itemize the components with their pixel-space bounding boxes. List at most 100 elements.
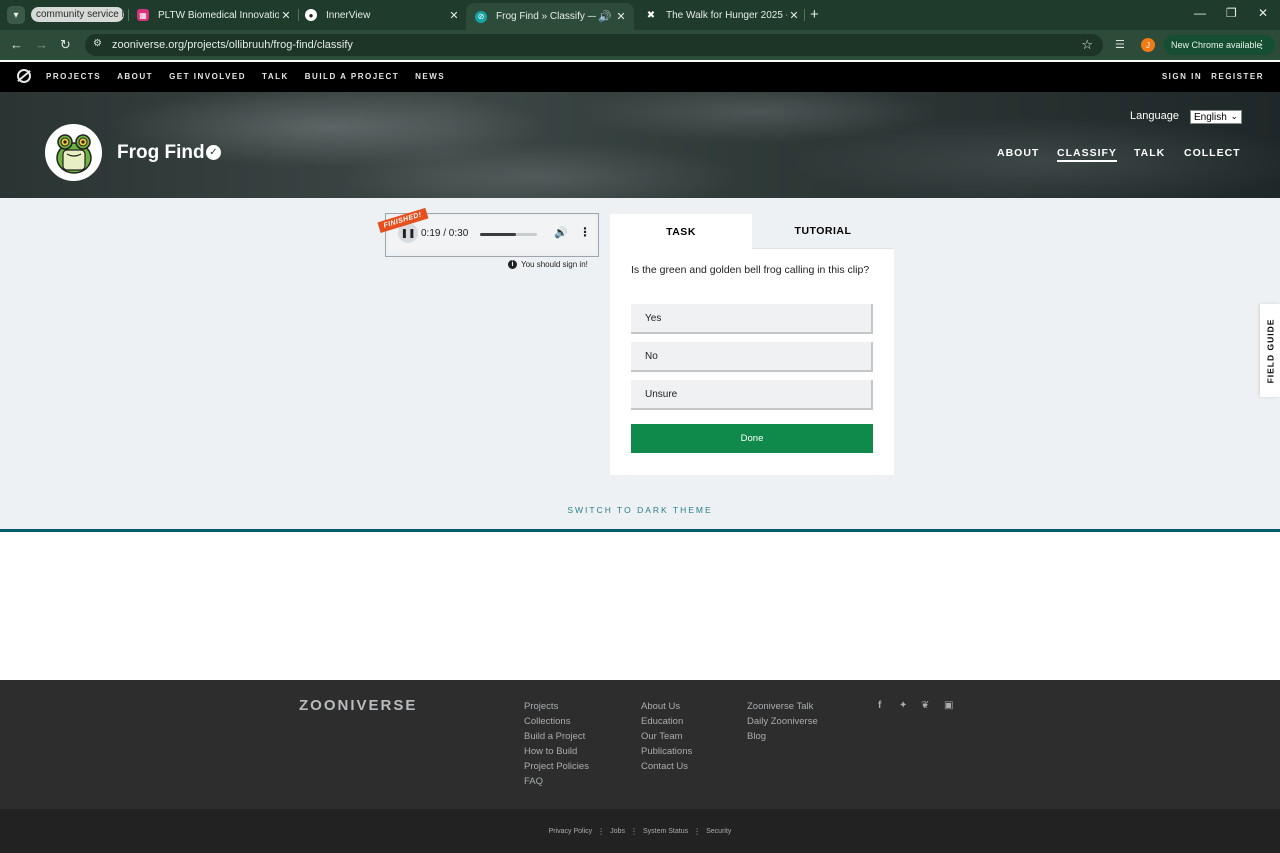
project-nav-classify[interactable]: CLASSIFY [1057, 147, 1117, 162]
forward-arrow-icon[interactable]: → [35, 37, 48, 52]
close-tab-icon[interactable]: ✕ [447, 9, 461, 22]
footer-link[interactable]: Projects [524, 701, 589, 713]
tab-separator [128, 9, 129, 21]
language-label: Language [1130, 110, 1179, 122]
project-nav-talk[interactable]: TALK [1134, 147, 1165, 159]
minimize-icon[interactable]: — [1194, 6, 1206, 20]
done-button[interactable]: Done [631, 424, 873, 453]
footer-link[interactable]: Contact Us [641, 761, 692, 773]
site-settings-icon[interactable]: ⚙ [93, 38, 102, 49]
reload-icon[interactable]: ↻ [60, 37, 71, 53]
language-value: English [1194, 111, 1227, 123]
security-link[interactable]: Security [706, 828, 731, 835]
audio-progress-bar[interactable] [480, 233, 537, 236]
browser-tab-walk-for-hunger[interactable]: ✖ The Walk for Hunger 2025 - Ca ✕ [645, 4, 801, 26]
nav-get-involved[interactable]: GET INVOLVED [169, 72, 246, 81]
answer-no-button[interactable]: No [631, 342, 873, 372]
new-chrome-available-button[interactable]: New Chrome available ⋮ [1164, 35, 1275, 55]
footer-link[interactable]: Publications [641, 746, 692, 758]
nav-about[interactable]: ABOUT [117, 72, 153, 81]
nav-news[interactable]: NEWS [415, 72, 445, 81]
tab-group-chip[interactable]: community service ho [31, 7, 124, 22]
new-tab-plus-icon[interactable]: + [810, 6, 819, 23]
nav-talk[interactable]: TALK [262, 72, 289, 81]
footer-link[interactable]: How to Build [524, 746, 589, 758]
footer-link[interactable]: FAQ [524, 776, 589, 788]
back-arrow-icon[interactable]: ← [10, 37, 23, 52]
instagram-icon[interactable]: ▣ [944, 700, 953, 711]
browser-toolbar: ← → ↻ ⚙ zooniverse.org/projects/ollibruu… [0, 30, 1280, 60]
footer-col-about: About Us Education Our Team Publications… [641, 701, 692, 773]
media-controls-icon[interactable]: ☰ [1115, 38, 1125, 51]
bluesky-icon[interactable]: ❦ [921, 700, 929, 711]
answer-unsure-button[interactable]: Unsure [631, 380, 873, 410]
chevron-down-icon: ⌄ [1230, 111, 1238, 121]
footer-link[interactable]: Blog [747, 731, 818, 743]
more-options-icon[interactable]: ⋮ [579, 225, 591, 239]
footer-link[interactable]: Zooniverse Talk [747, 701, 818, 713]
close-tab-icon[interactable]: ✕ [279, 9, 293, 22]
profile-avatar[interactable]: J [1141, 38, 1155, 52]
sign-in-note[interactable]: i You should sign in! [508, 260, 588, 269]
jobs-link[interactable]: Jobs [610, 828, 625, 835]
bookmark-star-icon[interactable]: ☆ [1081, 37, 1093, 53]
restore-icon[interactable]: ❐ [1226, 6, 1237, 20]
footer-col-talk: Zooniverse Talk Daily Zooniverse Blog [747, 701, 818, 743]
field-guide-tab[interactable]: FIELD GUIDE [1260, 304, 1280, 397]
zooniverse-top-nav: PROJECTS ABOUT GET INVOLVED TALK BUILD A… [0, 62, 1280, 92]
separator-dot: ⋮ [597, 826, 606, 836]
url-text[interactable]: zooniverse.org/projects/ollibruuh/frog-f… [112, 39, 353, 51]
new-chrome-label: New Chrome available [1171, 40, 1262, 50]
twitter-icon[interactable]: ✦ [899, 700, 907, 711]
zooniverse-nav-links: PROJECTS ABOUT GET INVOLVED TALK BUILD A… [46, 72, 445, 81]
footer-link[interactable]: Project Policies [524, 761, 589, 773]
frog-icon [55, 133, 92, 174]
audio-progress-fill [480, 233, 517, 236]
task-question: Is the green and golden bell frog callin… [631, 264, 870, 276]
zooniverse-favicon-icon: ⊘ [475, 10, 487, 23]
tab-separator [804, 9, 805, 21]
project-title[interactable]: Frog Find [117, 142, 205, 164]
divider [0, 529, 1280, 532]
auth-links: SIGN IN REGISTER [1162, 72, 1264, 81]
answer-yes-button[interactable]: Yes [631, 304, 873, 334]
footer-link[interactable]: Build a Project [524, 731, 589, 743]
zooniverse-wordmark[interactable]: ZOONIVERSE [299, 697, 417, 714]
innerview-favicon-icon: ● [305, 9, 317, 21]
verified-check-icon: ✓ [206, 145, 221, 160]
footer-link[interactable]: Our Team [641, 731, 692, 743]
walk-favicon-icon: ✖ [646, 9, 656, 21]
audio-time: 0:19 / 0:30 [421, 228, 469, 239]
zooniverse-logo-icon[interactable] [17, 69, 31, 83]
footer-link[interactable]: About Us [641, 701, 692, 713]
switch-dark-theme-button[interactable]: SWITCH TO DARK THEME [0, 505, 1280, 515]
browser-tab-innerview[interactable]: ● InnerView ✕ [305, 4, 461, 26]
project-nav-about[interactable]: ABOUT [997, 147, 1039, 159]
footer-link[interactable]: Daily Zooniverse [747, 716, 818, 728]
close-window-icon[interactable]: ✕ [1258, 6, 1268, 20]
close-tab-icon[interactable]: ✕ [787, 9, 801, 22]
tab-tutorial[interactable]: TUTORIAL [752, 214, 894, 249]
privacy-policy-link[interactable]: Privacy Policy [549, 828, 593, 835]
close-tab-icon[interactable]: ✕ [614, 10, 628, 23]
footer-link[interactable]: Collections [524, 716, 589, 728]
browser-tab-frog-find[interactable]: ⊘ Frog Find » Classify — Zoo 🔊 ✕ [466, 3, 634, 30]
project-nav-collect[interactable]: COLLECT [1184, 147, 1241, 159]
tab-search-chevron-icon[interactable]: ▾ [7, 6, 25, 24]
frog-avatar[interactable] [45, 124, 102, 181]
nav-build-a-project[interactable]: BUILD A PROJECT [305, 72, 399, 81]
tab-task[interactable]: TASK [610, 214, 752, 249]
browser-tab-pltw[interactable]: ▦ PLTW Biomedical Innovation - [ ✕ [137, 4, 293, 26]
address-bar[interactable]: ⚙ zooniverse.org/projects/ollibruuh/frog… [85, 34, 1103, 56]
tab-separator [298, 9, 299, 21]
language-select[interactable]: English ⌄ [1190, 110, 1242, 124]
sign-in-link[interactable]: SIGN IN [1162, 72, 1202, 81]
nav-projects[interactable]: PROJECTS [46, 72, 101, 81]
volume-icon[interactable]: 🔊 [554, 226, 568, 239]
system-status-link[interactable]: System Status [643, 828, 688, 835]
speaker-playing-icon[interactable]: 🔊 [596, 10, 614, 23]
facebook-icon[interactable]: f [878, 700, 881, 711]
register-link[interactable]: REGISTER [1211, 72, 1264, 81]
task-panel: TASK TUTORIAL Is the green and golden be… [610, 214, 894, 475]
footer-link[interactable]: Education [641, 716, 692, 728]
